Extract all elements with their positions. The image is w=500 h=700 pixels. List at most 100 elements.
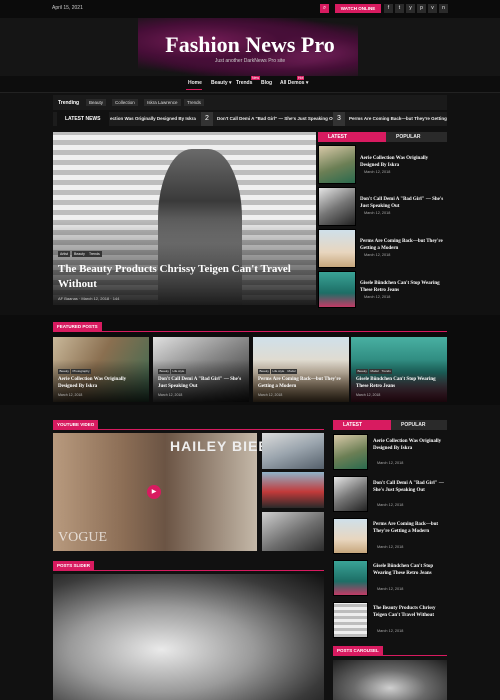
featured-card[interactable]: Beauty Life style Don't Call Demi A "Bad… [153,337,249,402]
section-divider [53,331,447,332]
site-tagline: Just another DarkNews Pro site [214,58,286,64]
hero-category-chip[interactable]: Trends [87,251,102,257]
hero-meta: AF Baanas · March 12, 2018 · 144 [58,296,120,301]
card-category-chip[interactable]: Trends [380,369,393,374]
card-title[interactable]: Gisele Bündchen Can't Stop Wearing These… [356,377,444,390]
featured-posts-label: FEATURED POSTS [53,322,102,331]
trending-tag[interactable]: Collection [112,99,138,106]
section-divider [53,429,324,430]
card-category-chip[interactable]: Beauty [58,369,71,374]
play-icon[interactable]: ▶ [147,485,161,499]
side-post-title[interactable]: Don't Call Demi A "Bad Girl" — She's Jus… [373,480,445,494]
current-date: April 15, 2021 [52,5,83,11]
side-post-title[interactable]: The Beauty Products Chrissy Teigen Can't… [373,605,445,619]
ticker-number: 3 [333,112,345,126]
featured-card[interactable]: Beauty Life style Model Perms Are Coming… [253,337,349,402]
nav-trends[interactable]: Trends [236,80,252,86]
video-thumbnail[interactable] [262,472,324,508]
section-divider [333,655,447,656]
card-date: March 12, 2018 [58,393,83,397]
side-post-date: March 12, 2018 [364,295,391,299]
latest-news-label: LATEST NEWS [57,112,109,126]
post-thumbnail[interactable] [333,476,368,512]
side-post-title[interactable]: Gisele Bündchen Can't Stop Wearing These… [360,280,448,294]
section-divider [53,570,324,571]
post-thumbnail[interactable] [318,145,356,184]
trending-tag[interactable]: Iskra Lawrence [144,99,181,106]
tab-popular[interactable]: POPULAR [391,420,447,430]
nav-beauty[interactable]: Beauty ▾ [211,80,232,86]
side-post-title[interactable]: Don't Call Demi A "Bad Girl" — She's Jus… [360,196,448,210]
side-post-date: March 12, 2018 [364,211,391,215]
video-thumbnail[interactable] [262,433,324,469]
ticker-number: 2 [201,112,213,126]
site-title[interactable]: Fashion News Pro [0,32,500,58]
card-title[interactable]: Perms Are Coming Back—but They're Gettin… [258,377,346,390]
card-category-chip[interactable]: Photography [71,369,92,374]
post-thumbnail[interactable] [318,187,356,226]
featured-card[interactable]: Beauty Model Trends Gisele Bündchen Can'… [351,337,447,402]
posts-slider-image[interactable] [53,574,324,700]
post-thumbnail[interactable] [333,434,368,470]
card-title[interactable]: Don't Call Demi A "Bad Girl" — She's Jus… [158,377,246,390]
posts-slider-label: POSTS SLIDER [53,561,95,570]
video-thumbnail[interactable] [262,512,324,551]
side-post-date: March 12, 2018 [377,461,404,465]
card-category-chip[interactable]: Beauty [356,369,369,374]
youtube-video-label: YOUTUBE VIDEO [53,420,99,429]
vimeo-icon[interactable]: v [428,4,437,13]
trending-label: Trending [58,100,80,106]
card-title[interactable]: Aerie Collection Was Originally Designed… [58,377,146,390]
side-post-date: March 12, 2018 [377,503,404,507]
side-post-date: March 12, 2018 [364,170,391,174]
card-category-chip[interactable]: Life style [271,369,286,374]
card-date: March 12, 2018 [258,393,283,397]
ticker-item[interactable]: Don't Call Demi A "Bad Girl" — She's Jus… [217,116,337,121]
side-post-date: March 12, 2018 [377,545,404,549]
watch-online-button[interactable]: WATCH ONLINE [335,4,381,13]
side-post-title[interactable]: Perms Are Coming Back—but They're Gettin… [360,238,448,252]
twitter-icon[interactable]: t [395,4,404,13]
card-category-chip[interactable]: Beauty [258,369,271,374]
pinterest-icon[interactable]: p [417,4,426,13]
side-post-title[interactable]: Perms Are Coming Back—but They're Gettin… [373,521,445,535]
card-category-chip[interactable]: Model [369,369,381,374]
trending-tag[interactable]: Beauty [86,99,107,106]
side-post-date: March 12, 2018 [377,629,404,633]
ticker-item[interactable]: ection Was Originally Designed By Iskra [110,116,196,121]
card-date: March 12, 2018 [356,393,381,397]
post-thumbnail[interactable] [333,518,368,554]
post-thumbnail[interactable] [318,271,356,308]
nav-home[interactable]: Home [188,80,202,86]
hero-category-chip[interactable]: Beauty [72,251,87,257]
card-category-chip[interactable]: Life style [171,369,186,374]
tab-popular[interactable]: POPULAR [386,132,447,142]
nav-blog[interactable]: Blog [261,80,272,86]
card-date: March 12, 2018 [158,393,183,397]
side-post-title[interactable]: Aerie Collection Was Originally Designed… [373,438,445,452]
trending-tag[interactable]: Trends [184,99,204,106]
hero-title[interactable]: The Beauty Products Chrissy Teigen Can't… [58,262,308,292]
ticker-item[interactable]: Perms Are Coming Back—but They're Gettin… [349,116,447,121]
featured-card[interactable]: Beauty Photography Aerie Collection Was … [53,337,149,402]
card-category-chip[interactable]: Beauty [158,369,171,374]
tab-latest[interactable]: LATEST [333,420,391,430]
network-icon[interactable]: n [439,4,448,13]
search-button[interactable]: ⌕ [320,4,329,13]
side-post-date: March 12, 2018 [377,587,404,591]
hero-category-chip[interactable]: Artist [58,251,70,257]
youtube-icon[interactable]: y [406,4,415,13]
post-thumbnail[interactable] [333,560,368,596]
nav-new-badge: New [251,76,261,80]
facebook-icon[interactable]: f [384,4,393,13]
nav-all-demos[interactable]: All Demos ▾ [280,80,308,86]
posts-carousel-label: POSTS CAROUSEL [333,646,383,655]
post-thumbnail[interactable] [318,229,356,268]
tab-latest[interactable]: LATEST [318,132,386,142]
side-post-title[interactable]: Gisele Bündchen Can't Stop Wearing These… [373,563,445,577]
post-thumbnail[interactable] [333,602,368,638]
side-post-title[interactable]: Aerie Collection Was Originally Designed… [360,155,448,169]
nav-active-indicator [186,89,202,90]
card-category-chip[interactable]: Model [286,369,298,374]
carousel-image[interactable] [333,660,447,700]
